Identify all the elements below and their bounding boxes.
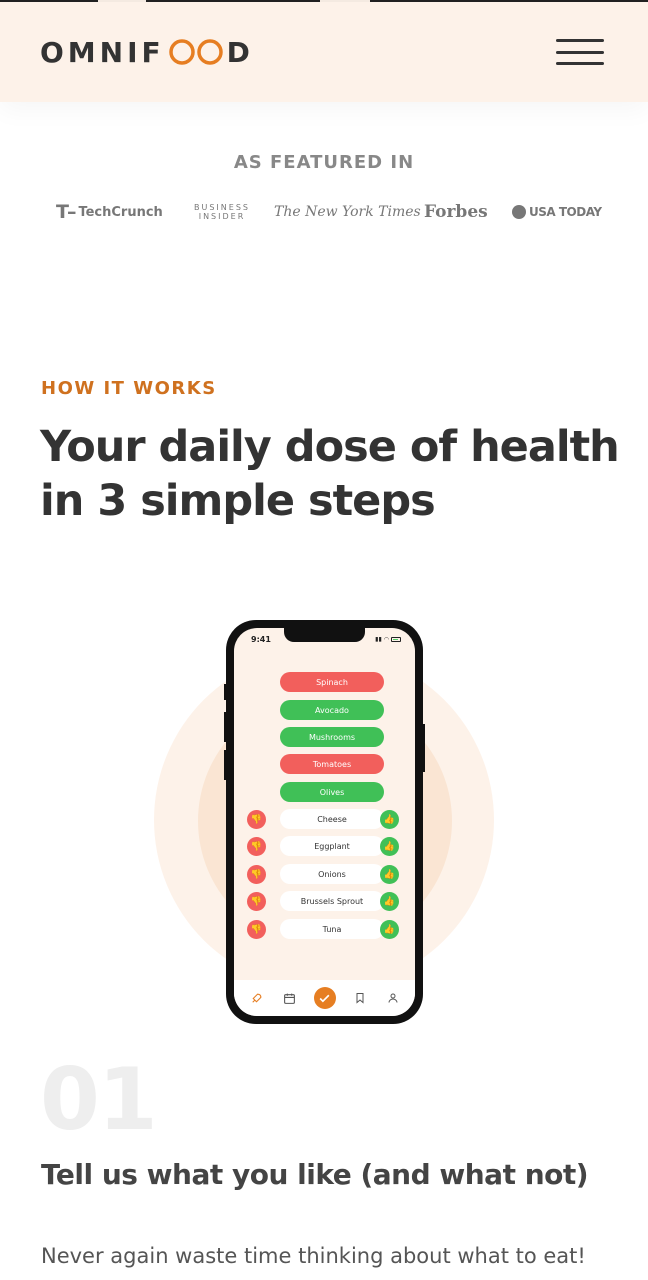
omnifood-logo[interactable]: OMNIF D (40, 36, 254, 69)
featured-logos: T– TechCrunch BUSINESS INSIDER The New Y… (0, 196, 648, 232)
phone-screen: 9:41 ▮▮ ◠ Spinach Avocado Mushrooms Toma… (234, 628, 415, 1016)
nyt-logo: The New York Times (274, 204, 421, 220)
step-title: Tell us what you like (and what not) (41, 1158, 589, 1191)
thumbs-up-icon[interactable]: 👍 (380, 837, 399, 856)
thumbs-down-icon[interactable]: 👎 (247, 920, 266, 939)
logo-text-right: D (226, 35, 254, 69)
hamburger-menu-icon[interactable] (556, 36, 604, 68)
bookmark-icon[interactable] (351, 989, 369, 1007)
infinity-logo-icon (168, 39, 223, 65)
status-time: 9:41 (251, 635, 271, 644)
logo-text-left: OMNIF (40, 35, 165, 69)
step-description: Never again waste time thinking about wh… (41, 1244, 586, 1268)
food-option[interactable]: Brussels Sprout (280, 891, 384, 911)
forbes-logo: Forbes (424, 202, 488, 222)
app-tab-bar (234, 980, 415, 1016)
thumbs-up-icon[interactable]: 👍 (380, 920, 399, 939)
thumbs-up-icon[interactable]: 👍 (380, 810, 399, 829)
food-option[interactable]: Tuna (280, 919, 384, 939)
status-icons: ▮▮ ◠ (375, 636, 401, 643)
food-option[interactable]: Eggplant (280, 836, 384, 856)
usa-today-logo: USA TODAY (512, 196, 602, 228)
thumbs-up-icon[interactable]: 👍 (380, 865, 399, 884)
check-icon[interactable] (313, 987, 336, 1009)
thumbs-down-icon[interactable]: 👎 (247, 837, 266, 856)
wifi-icon: ◠ (383, 636, 389, 643)
thumbs-down-icon[interactable]: 👎 (247, 810, 266, 829)
phone-mockup: 9:41 ▮▮ ◠ Spinach Avocado Mushrooms Toma… (226, 620, 423, 1024)
food-chip-selected[interactable]: Spinach (280, 672, 384, 692)
food-chip-selected[interactable]: Olives (280, 782, 384, 802)
food-chip-selected[interactable]: Avocado (280, 700, 384, 720)
step-number: 01 (40, 1050, 158, 1150)
food-chip-selected[interactable]: Mushrooms (280, 727, 384, 747)
business-insider-logo: BUSINESS INSIDER (194, 203, 250, 221)
thumbs-up-icon[interactable]: 👍 (380, 892, 399, 911)
battery-icon (391, 637, 401, 642)
site-header: OMNIF D (0, 2, 648, 102)
food-chip-selected[interactable]: Tomatoes (280, 754, 384, 774)
user-icon[interactable] (384, 989, 402, 1007)
section-heading: Your daily dose of health in 3 simple st… (40, 422, 620, 526)
rocket-icon[interactable] (248, 989, 266, 1007)
thumbs-down-icon[interactable]: 👎 (247, 865, 266, 884)
food-option[interactable]: Cheese (280, 809, 384, 829)
usa-today-dot-icon (512, 205, 526, 219)
thumbs-down-icon[interactable]: 👎 (247, 892, 266, 911)
signal-icon: ▮▮ (375, 636, 382, 643)
food-option[interactable]: Onions (280, 864, 384, 884)
section-subheading: HOW IT WORKS (41, 378, 217, 399)
featured-title: AS FEATURED IN (233, 152, 415, 173)
techcrunch-logo: T– TechCrunch (56, 201, 163, 223)
calendar-icon[interactable] (281, 989, 299, 1007)
phone-notch (284, 628, 365, 642)
